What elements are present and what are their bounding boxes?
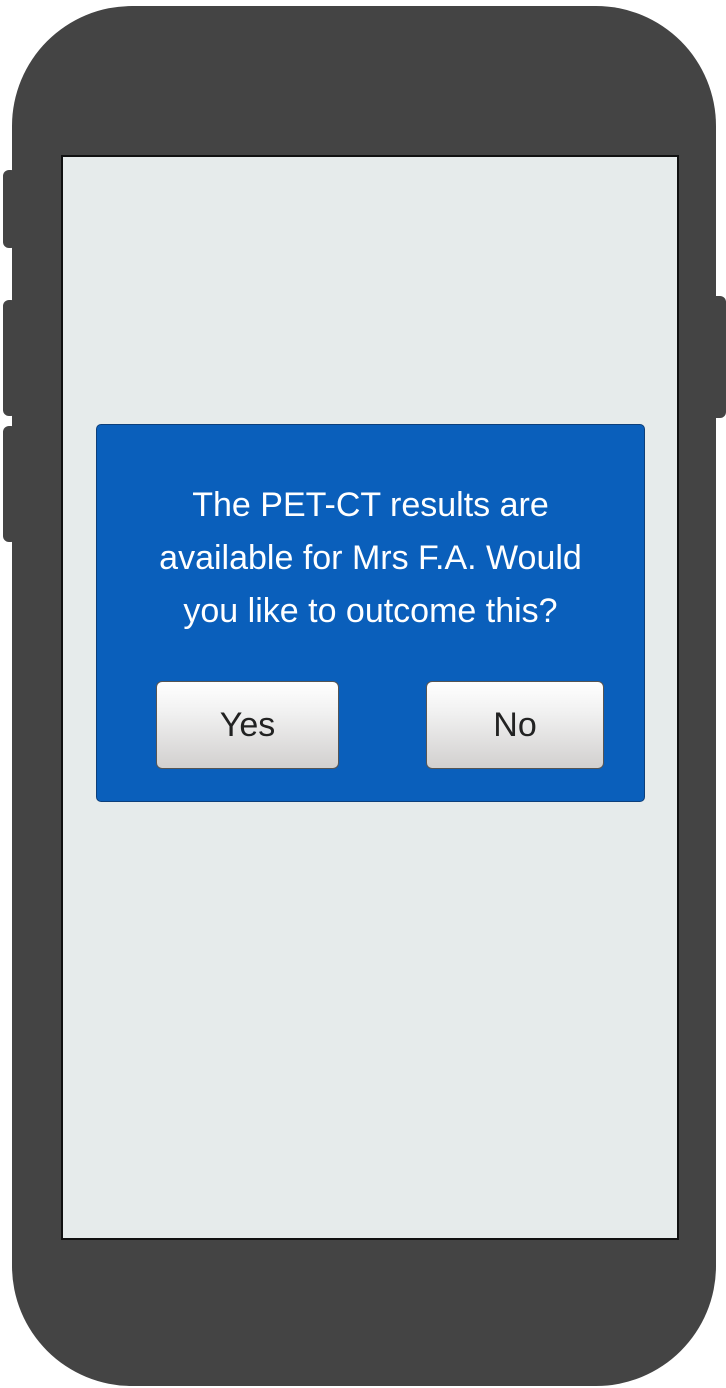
outcome-dialog: The PET-CT results are available for Mrs…: [96, 424, 645, 802]
volume-down-button: [3, 426, 17, 542]
mute-switch: [3, 170, 17, 248]
yes-button[interactable]: Yes: [156, 681, 339, 769]
dialog-message: The PET-CT results are available for Mrs…: [159, 486, 582, 630]
volume-up-button: [3, 300, 17, 416]
no-button[interactable]: No: [426, 681, 604, 769]
power-button: [710, 296, 726, 418]
